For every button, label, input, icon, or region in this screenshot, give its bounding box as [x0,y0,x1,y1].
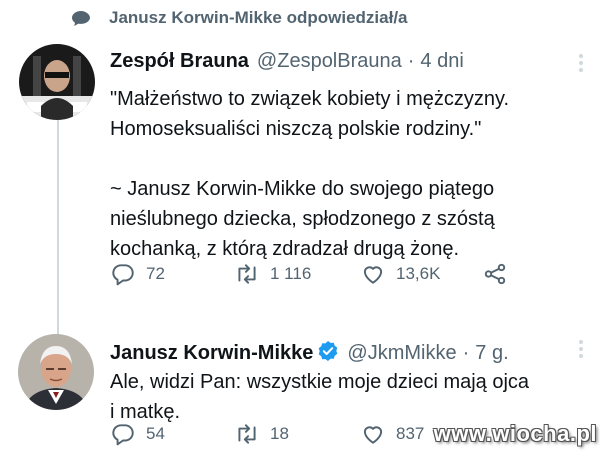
user-handle[interactable]: @ZespolBrauna [257,50,402,73]
watermark: www.wiocha.pl [433,421,597,446]
retweet-icon [238,424,256,444]
avatar[interactable] [19,44,95,120]
like-count: 837 [396,424,425,443]
reply-icon [112,424,134,446]
retweet-count: 1 116 [270,264,312,283]
tweet-body: "Małżeństwo to związek kobiety i mężczyz… [110,88,510,260]
reply-context-text: Janusz Korwin-Mikke odpowiedział/a [109,8,408,27]
separator-dot: · [462,342,470,364]
timestamp[interactable]: 7 g. [475,342,508,365]
like-count: 13,6K [396,264,441,283]
tweet-header: Zespół Brauna @ZespolBrauna · 4 dni [110,50,464,73]
timestamp[interactable]: 4 dni [420,50,463,73]
reply-icon [112,264,134,286]
retweet-button[interactable]: 1 116 [234,261,311,287]
thread-line [57,106,59,334]
share-icon [484,263,506,285]
reply-count: 72 [146,264,165,283]
display-name[interactable]: Zespół Brauna [110,50,249,73]
share-button[interactable] [482,261,508,287]
reply-bubble-icon [72,11,90,26]
reply-count: 54 [146,424,165,443]
retweet-count: 18 [270,424,289,443]
tweet-text: "Małżeństwo to związek kobiety i mężczyz… [110,84,590,264]
heart-icon [363,266,383,284]
separator-dot: · [407,50,415,72]
retweet-button[interactable]: 18 [234,421,289,447]
retweet-icon [238,264,256,284]
tweet-header: Janusz Korwin-Mikke @JkmMikke · 7 g. [110,337,509,365]
like-button[interactable]: 13,6K [360,261,440,287]
tweet-body: Ale, widzi Pan: wszystkie moje dzieci ma… [110,371,530,423]
display-name[interactable]: Janusz Korwin-Mikke [110,342,313,365]
more-options-icon[interactable] [578,54,584,75]
heart-icon [363,426,383,444]
like-button[interactable]: 837 [360,421,424,447]
tweet-text: Ale, widzi Pan: wszystkie moje dzieci ma… [110,367,590,427]
verified-badge-icon [317,340,339,362]
avatar[interactable] [18,334,94,410]
reply-button[interactable]: 72 [110,261,165,287]
user-handle[interactable]: @JkmMikke [347,342,456,365]
more-options-icon[interactable] [578,340,584,361]
reply-button[interactable]: 54 [110,421,165,447]
